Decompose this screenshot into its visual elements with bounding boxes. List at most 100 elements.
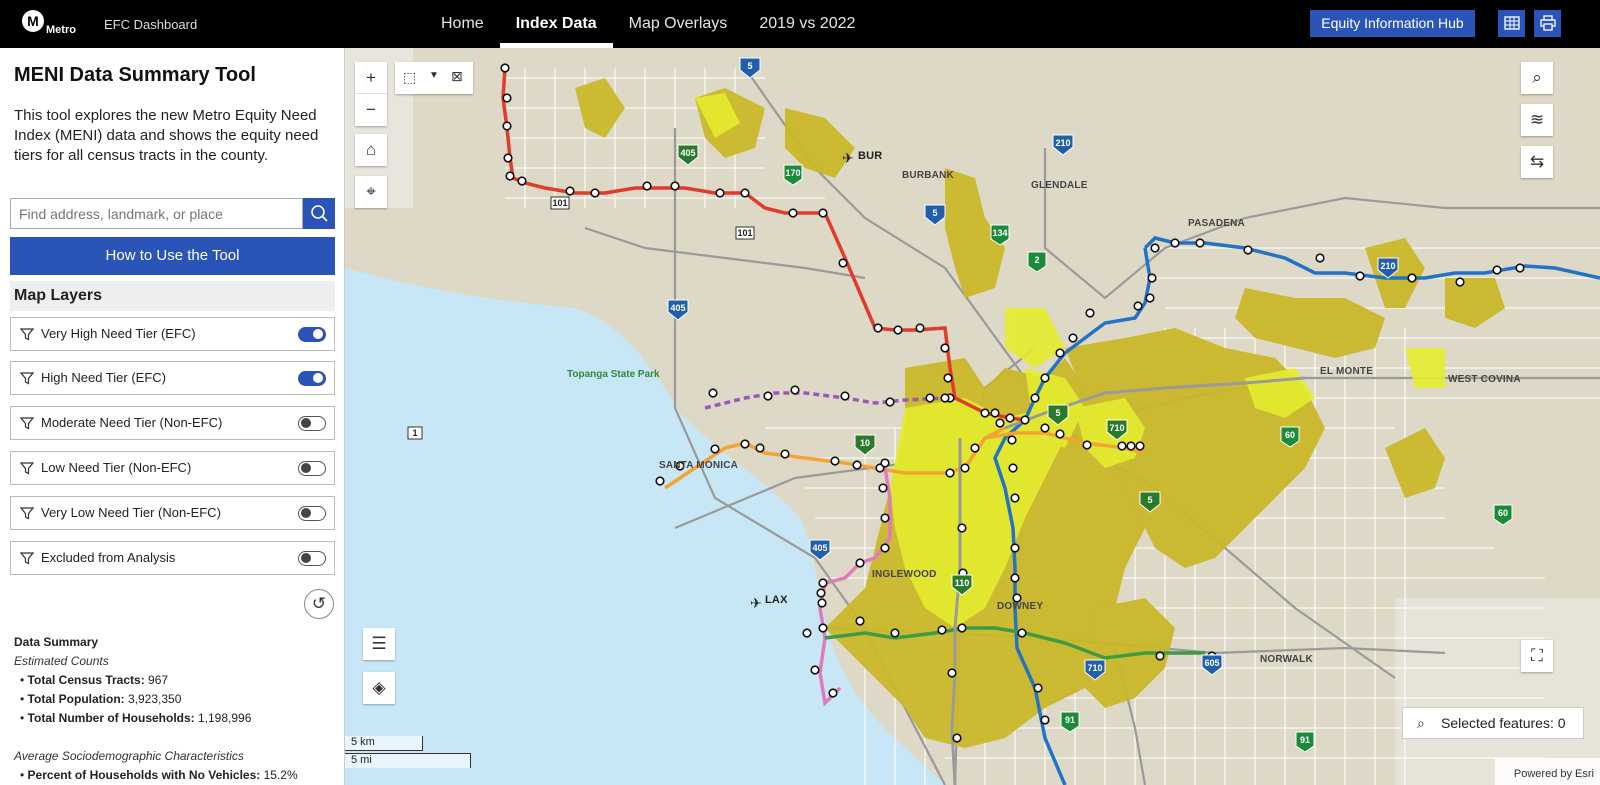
layer-very-low-need[interactable]: Very Low Need Tier (Non-EFC) xyxy=(10,496,335,530)
select-tool-icon[interactable]: ⬚ xyxy=(403,69,416,86)
sidebar-panel: MENI Data Summary Tool This tool explore… xyxy=(0,48,345,785)
svg-text:134: 134 xyxy=(992,228,1007,238)
layer-toggle-excluded[interactable] xyxy=(298,551,326,566)
svg-text:210: 210 xyxy=(1380,261,1395,271)
svg-text:91: 91 xyxy=(1065,715,1075,725)
nav-index-data[interactable]: Index Data xyxy=(499,0,613,48)
search-icon xyxy=(311,205,328,222)
selection-icon: ⌕ xyxy=(1417,715,1425,731)
layer-label: Very High Need Tier (EFC) xyxy=(41,326,196,341)
svg-text:91: 91 xyxy=(1300,735,1310,745)
svg-text:170: 170 xyxy=(785,168,800,178)
panel-description: This tool explores the new Metro Equity … xyxy=(14,107,319,164)
home-button[interactable]: ⌂ xyxy=(355,134,387,166)
layer-high-need[interactable]: High Need Tier (EFC) xyxy=(10,361,335,395)
place-label: PASADENA xyxy=(1188,218,1245,229)
reset-icon[interactable]: ↺ xyxy=(304,589,334,619)
svg-text:10: 10 xyxy=(860,438,870,448)
layer-low-need[interactable]: Low Need Tier (Non-EFC) xyxy=(10,451,335,485)
layer-moderate-need[interactable]: Moderate Need Tier (Non-EFC) xyxy=(10,406,335,440)
metro-logo-icon[interactable]: M xyxy=(22,10,44,32)
table-icon[interactable] xyxy=(1498,10,1525,37)
app-title: EFC Dashboard xyxy=(104,17,198,32)
summary-heading: Data Summary xyxy=(14,635,99,649)
layer-toggle-low[interactable] xyxy=(298,461,326,476)
place-label: INGLEWOOD xyxy=(872,569,937,580)
svg-text:5: 5 xyxy=(747,61,752,71)
layer-toggle-very-high[interactable] xyxy=(298,327,326,342)
ocean-area xyxy=(345,268,945,785)
map-canvas: 5 405 170 210 134 2 405 10 405 110 710 7… xyxy=(345,48,1600,785)
layers-icon[interactable]: ≋ xyxy=(1521,104,1553,136)
search-icon[interactable]: ⌕ xyxy=(1521,62,1553,94)
filter-icon xyxy=(20,328,34,341)
map-layers-header: Map Layers xyxy=(10,281,335,311)
park-label: Topanga State Park xyxy=(567,369,660,380)
search-button[interactable] xyxy=(303,198,335,229)
list-icon[interactable]: ☰ xyxy=(363,628,395,660)
measure-icon[interactable]: ⇆ xyxy=(1521,146,1553,178)
svg-text:1: 1 xyxy=(412,428,417,438)
basemap-button[interactable]: ◈ xyxy=(363,672,395,704)
how-to-use-button[interactable]: How to Use the Tool xyxy=(10,237,335,275)
equity-hub-button[interactable]: Equity Information Hub xyxy=(1310,10,1475,37)
svg-text:405: 405 xyxy=(680,148,695,158)
svg-text:710: 710 xyxy=(1109,423,1124,433)
selected-features-button[interactable]: ⌕ Selected features: 0 xyxy=(1402,707,1584,739)
svg-text:210: 210 xyxy=(1055,138,1070,148)
svg-text:5: 5 xyxy=(1055,408,1060,418)
layer-very-high-need[interactable]: Very High Need Tier (EFC) xyxy=(10,317,335,351)
svg-text:5: 5 xyxy=(1147,495,1152,505)
nav-home[interactable]: Home xyxy=(425,0,500,48)
nav-2019-vs-2022[interactable]: 2019 vs 2022 xyxy=(743,0,871,48)
zoom-controls: + − xyxy=(355,62,387,126)
esri-attribution[interactable]: Powered by Esri xyxy=(1495,758,1600,785)
nav-map-overlays[interactable]: Map Overlays xyxy=(613,0,744,48)
top-bar: M Metro EFC Dashboard Home Index Data Ma… xyxy=(0,0,1600,48)
layer-excluded[interactable]: Excluded from Analysis xyxy=(10,541,335,575)
fullscreen-button[interactable]: ⛶ xyxy=(1521,640,1553,672)
home-icon[interactable]: ⌂ xyxy=(355,134,387,166)
svg-text:405: 405 xyxy=(812,543,827,553)
airport-label: LAX xyxy=(765,594,788,606)
summary-item: Percent of Households with No Vehicles: … xyxy=(20,766,298,785)
map-view[interactable]: 5 405 170 210 134 2 405 10 405 110 710 7… xyxy=(345,48,1600,785)
chevron-down-icon[interactable]: ▼ xyxy=(429,70,439,81)
place-label: GLENDALE xyxy=(1031,180,1088,191)
legend-button[interactable]: ☰ xyxy=(363,628,395,660)
scale-mi: 5 mi xyxy=(345,753,471,768)
layer-toggle-very-low[interactable] xyxy=(298,506,326,521)
clear-selection-icon[interactable]: ⊠ xyxy=(451,68,463,85)
svg-text:5: 5 xyxy=(932,208,937,218)
search-input[interactable] xyxy=(10,198,303,229)
zoom-in-icon[interactable]: + xyxy=(355,62,387,94)
svg-text:605: 605 xyxy=(1204,658,1219,668)
layers-icon[interactable]: ◈ xyxy=(363,672,395,704)
place-label: SANTA MONICA xyxy=(659,460,739,471)
place-label: NORWALK xyxy=(1260,654,1313,665)
map-search-button[interactable]: ⌕ xyxy=(1521,62,1553,94)
svg-text:405: 405 xyxy=(670,303,685,313)
counts-label: Estimated Counts xyxy=(14,654,109,668)
summary-item: Total Population: 3,923,350 xyxy=(20,690,298,709)
measure-button[interactable]: ⇆ xyxy=(1521,146,1553,178)
layer-toggle-high[interactable] xyxy=(298,371,326,386)
layer-list-button[interactable]: ≋ xyxy=(1521,104,1553,136)
locate-icon[interactable]: ⌖ xyxy=(355,176,387,208)
svg-text:60: 60 xyxy=(1498,508,1508,518)
svg-text:101: 101 xyxy=(552,198,567,208)
summary-item: Total Census Tracts: 967 xyxy=(20,671,298,690)
layer-label: High Need Tier (EFC) xyxy=(41,370,166,385)
print-icon[interactable] xyxy=(1534,10,1561,37)
svg-text:110: 110 xyxy=(955,578,970,588)
place-label: BURBANK xyxy=(902,170,954,181)
layer-toggle-moderate[interactable] xyxy=(298,416,326,431)
locate-button[interactable]: ⌖ xyxy=(355,176,387,208)
zoom-out-icon[interactable]: − xyxy=(355,94,387,126)
main-nav: Home Index Data Map Overlays 2019 vs 202… xyxy=(425,0,871,48)
place-label: EL MONTE xyxy=(1320,366,1374,377)
panel-title: MENI Data Summary Tool xyxy=(14,64,256,86)
svg-text:710: 710 xyxy=(1087,663,1102,673)
fullscreen-icon[interactable]: ⛶ xyxy=(1521,640,1553,672)
layer-label: Moderate Need Tier (Non-EFC) xyxy=(41,415,223,430)
